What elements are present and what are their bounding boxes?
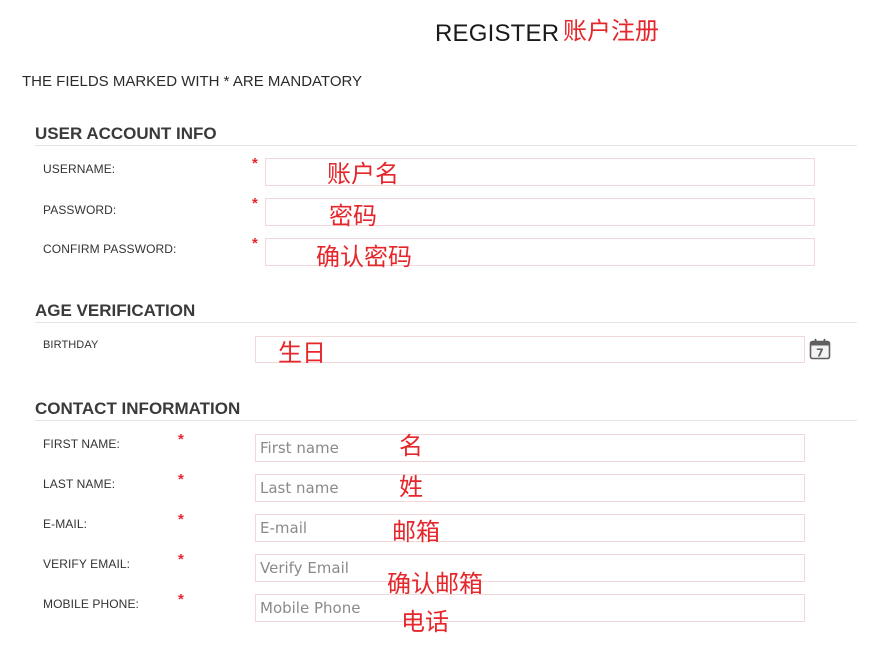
- register-page: REGISTER 账户注册 THE FIELDS MARKED WITH * A…: [0, 0, 893, 647]
- required-marker: *: [178, 551, 184, 568]
- birthday-label: BIRTHDAY: [43, 339, 99, 351]
- last-name-input[interactable]: [255, 474, 805, 502]
- required-marker: *: [252, 235, 258, 252]
- section-divider: [35, 145, 857, 146]
- confirm-password-annotation: 确认密码: [316, 243, 412, 271]
- mobile-phone-label: MOBILE PHONE:: [43, 597, 139, 611]
- last-name-annotation: 姓: [399, 473, 423, 501]
- verify-email-input[interactable]: [255, 554, 805, 582]
- password-annotation: 密码: [329, 202, 377, 230]
- email-input[interactable]: [255, 514, 805, 542]
- confirm-password-label: CONFIRM PASSWORD:: [43, 242, 177, 256]
- birthday-input[interactable]: [255, 336, 805, 363]
- required-marker: *: [178, 511, 184, 528]
- first-name-label: FIRST NAME:: [43, 437, 120, 451]
- section-title-account: USER ACCOUNT INFO: [35, 124, 217, 143]
- section-title-age: AGE VERIFICATION: [35, 301, 196, 320]
- section-divider: [35, 322, 857, 323]
- last-name-label: LAST NAME:: [43, 477, 116, 491]
- calendar-icon[interactable]: 7: [809, 338, 831, 360]
- verify-email-label: VERIFY EMAIL:: [43, 557, 131, 571]
- username-label: USERNAME:: [43, 162, 116, 176]
- calendar-day-text: 7: [816, 347, 824, 360]
- required-marker: *: [178, 471, 184, 488]
- birthday-annotation: 生日: [278, 339, 326, 367]
- mobile-phone-annotation: 电话: [401, 608, 449, 636]
- first-name-annotation: 名: [399, 432, 423, 460]
- password-label: PASSWORD:: [43, 203, 117, 217]
- verify-email-annotation: 确认邮箱: [387, 570, 483, 598]
- required-marker: *: [252, 195, 258, 212]
- section-title-contact: CONTACT INFORMATION: [35, 399, 241, 418]
- required-marker: *: [178, 431, 184, 448]
- mandatory-notice: THE FIELDS MARKED WITH * ARE MANDATORY: [22, 73, 363, 90]
- page-title: REGISTER: [435, 20, 560, 47]
- section-divider: [35, 420, 857, 421]
- required-marker: *: [178, 591, 184, 608]
- first-name-input[interactable]: [255, 434, 805, 462]
- email-annotation: 邮箱: [392, 518, 440, 546]
- mobile-phone-input[interactable]: [255, 594, 805, 622]
- email-label: E-MAIL:: [43, 517, 88, 531]
- username-annotation: 账户名: [327, 160, 399, 188]
- title-annotation: 账户注册: [563, 17, 659, 45]
- required-marker: *: [252, 155, 258, 172]
